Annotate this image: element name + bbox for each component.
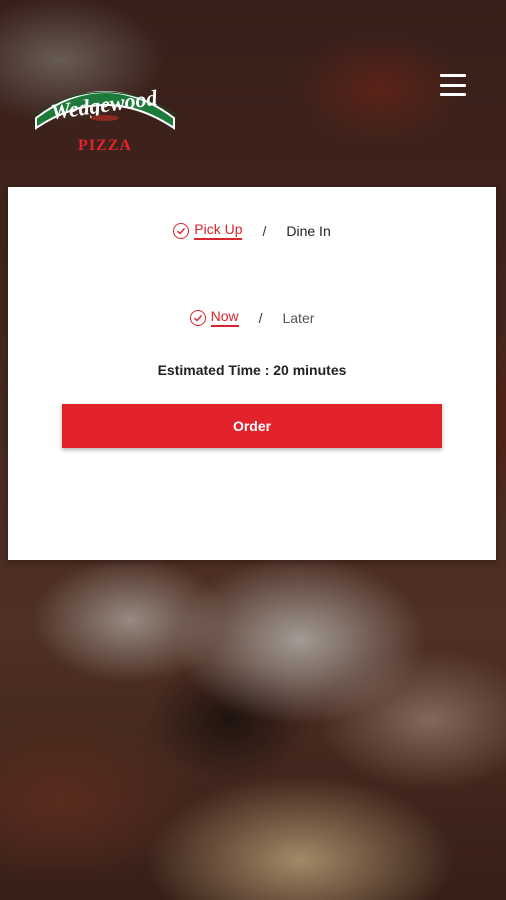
order-type-selector: Pick Up / Dine In (8, 221, 496, 240)
order-options-card: Pick Up / Dine In Now / Later Estimated … (8, 187, 496, 560)
hamburger-menu-icon[interactable] (440, 74, 466, 96)
dine-in-option[interactable]: Dine In (286, 223, 330, 239)
now-label: Now (210, 308, 239, 327)
later-label: Later (282, 309, 315, 326)
menu-bar (440, 74, 466, 77)
check-circle-icon (173, 222, 190, 239)
pickup-option[interactable]: Pick Up (173, 221, 243, 240)
separator: / (262, 222, 267, 239)
separator: / (258, 309, 263, 326)
dine-in-label: Dine In (286, 222, 331, 239)
estimated-time-text: Estimated Time : 20 minutes (157, 362, 347, 378)
menu-bar (440, 83, 466, 87)
order-time-selector: Now / Later (8, 308, 496, 327)
wedgewood-pizza-logo: Wedgewood PIZZA (30, 72, 180, 157)
order-button[interactable]: Order (62, 404, 442, 448)
later-option[interactable]: Later (282, 310, 314, 326)
pickup-label: Pick Up (194, 221, 243, 240)
menu-bar (440, 93, 466, 96)
now-option[interactable]: Now (189, 308, 239, 327)
check-circle-icon (189, 309, 206, 326)
svg-text:PIZZA: PIZZA (78, 137, 132, 154)
